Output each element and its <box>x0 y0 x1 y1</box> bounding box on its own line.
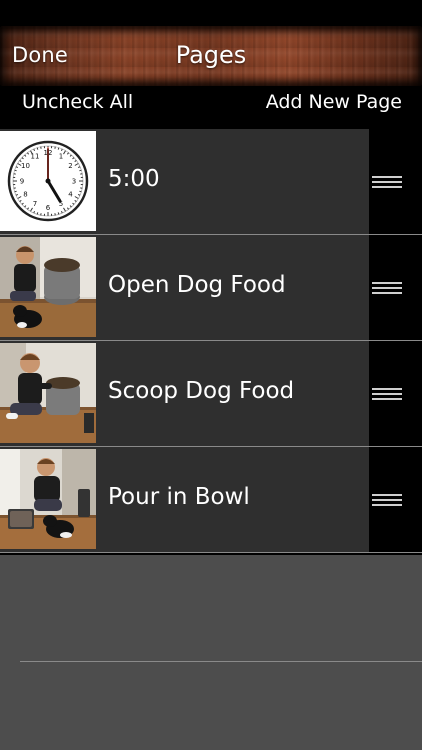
clock-number: 9 <box>20 178 24 186</box>
clock-tick <box>57 212 60 215</box>
reorder-icon-line <box>372 504 402 506</box>
page-label: Pour in Bowl <box>108 484 250 510</box>
page-row[interactable]: Open Dog Food <box>0 235 422 341</box>
clock-number: 4 <box>68 191 73 199</box>
reorder-icon-line <box>372 181 402 183</box>
page-row[interactable]: 12 1 2 3 4 5 6 7 8 9 10 11 <box>0 129 422 235</box>
uncheck-all-button[interactable]: Uncheck All <box>22 91 133 113</box>
photo-scoop-dog-food <box>0 343 96 443</box>
page-list: 12 1 2 3 4 5 6 7 8 9 10 11 <box>0 129 422 553</box>
clock-tick <box>57 147 60 150</box>
reorder-handle[interactable] <box>369 235 422 340</box>
page-label: Open Dog Food <box>108 272 286 298</box>
reorder-icon-line <box>372 186 402 188</box>
clock-number: 8 <box>23 191 27 199</box>
page-label: 5:00 <box>108 166 160 192</box>
clock-tick <box>79 169 82 172</box>
reorder-handle[interactable] <box>369 447 422 552</box>
clock-number: 6 <box>46 204 51 212</box>
add-new-page-button[interactable]: Add New Page <box>266 91 402 113</box>
page-row[interactable]: Scoop Dog Food <box>0 341 422 447</box>
reorder-icon-line <box>372 398 402 400</box>
divider <box>20 661 422 662</box>
clock-number: 2 <box>68 162 72 170</box>
reorder-icon-line <box>372 393 402 395</box>
reorder-handle[interactable] <box>369 341 422 446</box>
clock-tick <box>36 212 39 215</box>
clock-tick <box>36 147 39 150</box>
reorder-icon-line <box>372 287 402 289</box>
clock-icon: 12 1 2 3 4 5 6 7 8 9 10 11 <box>0 131 96 231</box>
reorder-icon <box>372 388 402 390</box>
clock-number: 1 <box>59 153 63 161</box>
pages-screen: Done Pages Uncheck All Add New Page 12 1… <box>0 0 422 750</box>
reorder-icon <box>372 494 402 496</box>
reorder-icon-line <box>372 499 402 501</box>
clock-number: 11 <box>31 153 40 161</box>
clock-number: 10 <box>21 162 30 170</box>
reorder-icon <box>372 282 402 284</box>
empty-list-area <box>0 555 422 750</box>
navigation-bar: Done Pages <box>0 26 422 86</box>
photo-pour-in-bowl <box>0 449 96 549</box>
reorder-icon <box>372 176 402 178</box>
page-row[interactable]: Pour in Bowl <box>0 447 422 553</box>
clock-tick <box>79 190 82 193</box>
reorder-handle[interactable] <box>369 129 422 234</box>
toolbar: Uncheck All Add New Page <box>0 86 422 126</box>
clock-tick <box>14 169 17 172</box>
page-label: Scoop Dog Food <box>108 378 295 404</box>
photo-open-dog-food <box>0 237 96 337</box>
reorder-icon-line <box>372 292 402 294</box>
clock-tick <box>14 190 17 193</box>
clock-number: 7 <box>33 200 37 208</box>
page-title: Pages <box>175 41 247 69</box>
clock-number: 3 <box>72 178 76 186</box>
